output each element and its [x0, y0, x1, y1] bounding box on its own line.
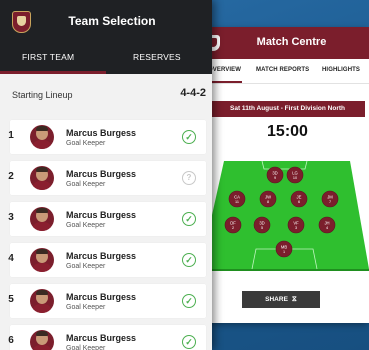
pitch-player-number: 7	[329, 200, 331, 204]
match-centre-screen: Match Centre OVERVIEW MATCH REPORTS HIGH…	[200, 27, 369, 323]
pitch-player-number: 2	[232, 226, 234, 230]
pitch-player-number: 3	[295, 226, 297, 230]
player-avatar	[30, 207, 54, 231]
tab-overview[interactable]: OVERVIEW	[208, 67, 241, 73]
player-row[interactable]: 2 Marcus Burgess Goal Keeper?	[8, 161, 206, 195]
team-selection-screen: Team Selection FIRST TEAM RESERVES Start…	[0, 0, 212, 350]
player-avatar	[30, 248, 54, 272]
team-tabs: FIRST TEAM RESERVES	[0, 42, 212, 74]
question-circle-icon[interactable]: ?	[182, 171, 196, 185]
pitch-player-initials: 3D	[259, 221, 264, 226]
pitch-player-number: 11	[235, 200, 239, 204]
pitch-diagram: 3D9LG10CA11JW8JE6JM7DF23D5VF3JH4MB1	[200, 161, 369, 271]
match-centre-header: Match Centre	[200, 27, 369, 59]
pitch-player-number: 5	[261, 226, 263, 230]
player-position: Goal Keeper	[66, 181, 106, 188]
player-avatar	[30, 166, 54, 190]
player-position: Goal Keeper	[66, 222, 106, 229]
player-number: 1	[8, 130, 14, 141]
check-circle-icon[interactable]: ✓	[182, 335, 196, 349]
player-name: Marcus Burgess	[66, 128, 137, 138]
starting-lineup-label: Starting Lineup	[12, 90, 73, 100]
player-position: Goal Keeper	[66, 263, 106, 270]
match-centre-title: Match Centre	[256, 36, 327, 48]
check-circle-icon[interactable]: ✓	[182, 130, 196, 144]
share-label: SHARE	[265, 296, 288, 303]
player-row[interactable]: 3 Marcus Burgess Goal Keeper ✓	[8, 202, 206, 236]
player-number: 4	[8, 253, 14, 264]
pitch-player-initials: LG	[292, 171, 298, 176]
player-row[interactable]: 6 Marcus Burgess Goal Keeper ✓	[8, 325, 206, 350]
player-avatar	[30, 330, 54, 350]
check-circle-icon[interactable]: ✓	[182, 294, 196, 308]
pitch-edge	[200, 269, 369, 271]
player-position: Goal Keeper	[66, 345, 106, 350]
pitch-player-initials: JM	[327, 195, 333, 200]
kickoff-time: 15:00	[267, 123, 308, 140]
check-circle-icon[interactable]: ✓	[182, 212, 196, 226]
player-row[interactable]: 4 Marcus Burgess Goal Keeper ✓	[8, 243, 206, 277]
lineup-header: Starting Lineup 4-4-2	[0, 74, 212, 116]
pitch-player-number: 1	[283, 250, 285, 254]
pitch-player-initials: JH	[324, 221, 329, 226]
player-name: Marcus Burgess	[66, 169, 137, 179]
page-title: Team Selection	[68, 14, 156, 28]
tab-match-reports[interactable]: MATCH REPORTS	[256, 67, 309, 73]
player-avatar	[30, 289, 54, 313]
pitch-player-number: 9	[274, 176, 276, 180]
pitch-player-number: 6	[298, 200, 300, 204]
tab-reserves[interactable]: RESERVES	[133, 52, 181, 62]
pitch-player-initials: DF	[230, 221, 236, 226]
tab-highlights[interactable]: HIGHLIGHTS	[322, 67, 360, 73]
pitch-player-number: 8	[267, 200, 269, 204]
player-number: 5	[8, 294, 14, 305]
player-row[interactable]: 5 Marcus Burgess Goal Keeper ✓	[8, 284, 206, 318]
share-button[interactable]: SHARE ⧖	[242, 291, 320, 308]
pitch-player-number: 10	[293, 176, 297, 180]
player-number: 2	[8, 171, 14, 182]
player-position: Goal Keeper	[66, 140, 106, 147]
player-name: Marcus Burgess	[66, 210, 137, 220]
player-name: Marcus Burgess	[66, 292, 137, 302]
player-position: Goal Keeper	[66, 304, 106, 311]
team-selection-header: Team Selection	[0, 0, 212, 42]
player-number: 3	[8, 212, 14, 223]
pitch-player-initials: VF	[293, 221, 299, 226]
player-name: Marcus Burgess	[66, 251, 137, 261]
pitch-player-number: 4	[326, 226, 328, 230]
pitch-player-initials: CA	[234, 195, 240, 200]
pitch-player-initials: JE	[297, 195, 302, 200]
player-name: Marcus Burgess	[66, 333, 137, 343]
tab-first-team[interactable]: FIRST TEAM	[22, 52, 74, 62]
player-number: 6	[8, 335, 14, 346]
player-row[interactable]: 1 Marcus Burgess Goal Keeper ✓	[8, 120, 206, 154]
check-circle-icon[interactable]: ✓	[182, 253, 196, 267]
pitch-player-initials: MB	[281, 245, 287, 250]
player-avatar	[30, 125, 54, 149]
formation-value[interactable]: 4-4-2	[180, 87, 206, 99]
active-tab-indicator	[208, 81, 242, 83]
match-centre-tabs: OVERVIEW MATCH REPORTS HIGHLIGHTS	[200, 59, 369, 84]
pitch-player-initials: JW	[265, 195, 271, 200]
match-date-banner: Sat 11th August - First Division North	[210, 101, 365, 117]
pitch-player-initials: 3D	[272, 171, 277, 176]
share-icon: ⧖	[291, 296, 297, 303]
